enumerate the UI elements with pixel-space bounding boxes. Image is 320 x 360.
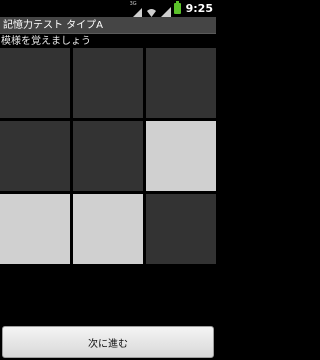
grid-cell-r3-c3[interactable] [146,194,216,264]
grid-cell-r1-c3[interactable] [146,48,216,118]
grid-cell-r3-c2[interactable] [73,194,143,264]
next-button[interactable]: 次に進む [2,326,214,358]
signal-icon: 3G [129,1,143,18]
grid-cell-r3-c1[interactable] [0,194,70,264]
signal-label: 3G [129,1,137,7]
clock: 9:25 [185,2,213,15]
wifi-icon [146,3,157,17]
grid-cell-r1-c1[interactable] [0,48,70,118]
grid-cell-r1-c2[interactable] [73,48,143,118]
battery-icon [173,1,181,14]
cell-signal-icon [159,3,171,18]
instruction-text: 模様を覚えましょう [1,36,91,47]
app-title: 記憶力テスト タイプA [0,17,216,34]
pattern-grid [0,48,216,264]
grid-cell-r2-c3[interactable] [146,121,216,191]
grid-cell-r2-c2[interactable] [73,121,143,191]
grid-cell-r2-c1[interactable] [0,121,70,191]
status-bar: 3G 9:25 [0,0,216,18]
